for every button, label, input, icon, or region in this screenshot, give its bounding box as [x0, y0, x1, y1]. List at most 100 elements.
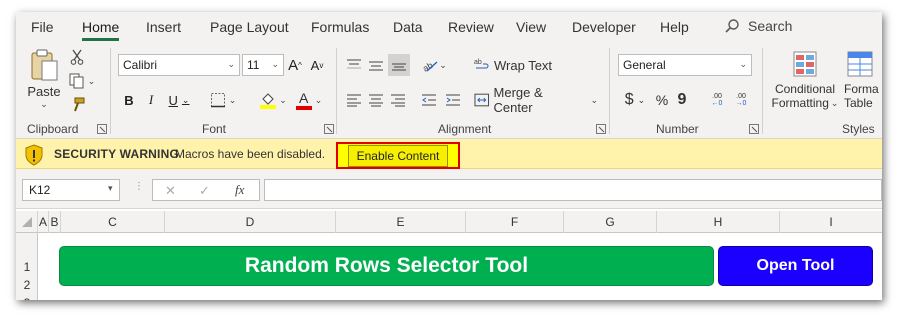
- align-center-button[interactable]: [366, 89, 386, 111]
- column-header-f[interactable]: F: [466, 211, 564, 233]
- svg-text:ab: ab: [474, 59, 482, 66]
- row-header-3[interactable]: 3: [16, 294, 38, 301]
- paste-icon: [31, 49, 58, 81]
- increase-indent-button[interactable]: [442, 89, 464, 111]
- name-box[interactable]: K12: [22, 179, 120, 201]
- formula-input[interactable]: [264, 179, 882, 201]
- orientation-icon: ab: [421, 60, 438, 73]
- column-header-b[interactable]: B: [49, 211, 61, 233]
- chevron-down-icon: ⌄: [87, 75, 96, 86]
- tab-page-layout[interactable]: Page Layout: [210, 19, 289, 35]
- select-all-corner[interactable]: [16, 211, 38, 233]
- row-header-1[interactable]: 1: [16, 258, 38, 275]
- clipboard-group-label: Clipboard: [27, 122, 79, 136]
- increase-decimal-button[interactable]: .00 ←0: [706, 87, 728, 113]
- borders-button[interactable]: ⌄: [206, 89, 240, 111]
- number-group-label: Number: [656, 122, 699, 136]
- dialog-launcher-icon[interactable]: [324, 124, 334, 134]
- paste-button[interactable]: Paste ⌄: [24, 48, 64, 110]
- align-left-icon: [347, 94, 361, 107]
- chevron-down-icon: ⌄: [40, 99, 48, 109]
- font-size-select[interactable]: 11 ⌄: [242, 54, 284, 76]
- ribbon-separator: [336, 48, 337, 134]
- underline-button[interactable]: U ⌄: [164, 89, 194, 111]
- security-warning-message: Macros have been disabled.: [175, 147, 326, 161]
- alignment-group-label: Alignment: [438, 122, 492, 136]
- italic-button[interactable]: I: [142, 89, 160, 111]
- conditional-formatting-button[interactable]: Conditional Formatting ⌄: [770, 50, 840, 118]
- ribbon: Paste ⌄ ⌄ Clipboard Calibri ⌄ 11 ⌄ A ^ A…: [16, 42, 882, 139]
- open-tool-button[interactable]: Open Tool: [718, 246, 873, 286]
- column-header-a[interactable]: A: [38, 211, 49, 233]
- font-name-select[interactable]: Calibri ⌄: [118, 54, 240, 76]
- decrease-indent-button[interactable]: [418, 89, 440, 111]
- decrease-decimal-button[interactable]: .00 →0: [730, 87, 752, 113]
- decrease-indent-icon: [422, 94, 436, 106]
- tool-title-banner: Random Rows Selector Tool: [59, 246, 714, 286]
- tab-help[interactable]: Help: [660, 19, 689, 35]
- column-headers: A B C D E F G H I: [16, 211, 882, 233]
- dialog-launcher-icon[interactable]: [97, 124, 107, 134]
- security-warning-bar: SECURITY WARNING Macros have been disabl…: [16, 139, 882, 169]
- chevron-down-icon: ⌄: [439, 59, 447, 70]
- merge-center-button[interactable]: Merge & Center ⌄: [474, 85, 598, 115]
- dialog-launcher-icon[interactable]: [596, 124, 606, 134]
- align-bottom-button[interactable]: [388, 54, 410, 76]
- tab-data[interactable]: Data: [393, 19, 423, 35]
- cut-button[interactable]: [68, 48, 86, 66]
- ribbon-separator: [110, 48, 111, 134]
- tab-view[interactable]: View: [516, 19, 546, 35]
- paste-label: Paste: [27, 84, 61, 99]
- fill-color-button[interactable]: ⌄: [256, 89, 290, 111]
- align-left-button[interactable]: [344, 89, 364, 111]
- font-name-value: Calibri: [123, 58, 158, 72]
- enable-content-button[interactable]: Enable Content: [336, 142, 460, 169]
- tab-developer[interactable]: Developer: [572, 19, 636, 35]
- column-header-c[interactable]: C: [61, 211, 165, 233]
- styles-group-label: Styles: [842, 122, 875, 136]
- chevron-down-icon[interactable]: ▾: [108, 183, 113, 194]
- orientation-button[interactable]: ab ⌄: [418, 54, 450, 76]
- format-painter-button[interactable]: [68, 96, 86, 114]
- chevron-down-icon: ⌄: [637, 94, 646, 105]
- align-middle-button[interactable]: [366, 54, 386, 76]
- format-as-table-button[interactable]: Forma Table: [844, 50, 882, 118]
- grow-font-button[interactable]: A ^: [286, 54, 304, 76]
- tab-file[interactable]: File: [31, 19, 54, 35]
- tab-review[interactable]: Review: [448, 19, 494, 35]
- shrink-font-button[interactable]: Av: [308, 54, 326, 76]
- comma-style-button[interactable]: 9: [674, 89, 690, 111]
- tab-insert[interactable]: Insert: [146, 19, 181, 35]
- format-as-table-line2: Table: [844, 96, 873, 110]
- increase-decimal-label: .00: [712, 93, 722, 100]
- tab-home[interactable]: Home: [82, 19, 120, 41]
- enter-icon[interactable]: ✓: [199, 183, 210, 199]
- currency-button[interactable]: $ ⌄: [620, 89, 650, 111]
- number-format-select[interactable]: General ⌄: [618, 54, 752, 76]
- tab-formulas[interactable]: Formulas: [311, 19, 369, 35]
- column-header-i[interactable]: I: [780, 211, 882, 233]
- percent-button[interactable]: %: [654, 89, 670, 111]
- dialog-launcher-icon[interactable]: [749, 124, 759, 134]
- borders-icon: [210, 93, 225, 108]
- insert-function-icon[interactable]: fx: [235, 182, 244, 198]
- wrap-text-button[interactable]: ab Wrap Text: [474, 54, 554, 76]
- align-top-button[interactable]: [344, 54, 364, 76]
- copy-icon: [69, 73, 84, 89]
- column-header-g[interactable]: G: [564, 211, 657, 233]
- column-header-h[interactable]: H: [657, 211, 780, 233]
- chevron-down-icon: ⌄: [739, 59, 747, 69]
- column-header-d[interactable]: D: [165, 211, 336, 233]
- cancel-icon[interactable]: ✕: [165, 183, 176, 199]
- align-right-button[interactable]: [388, 89, 408, 111]
- copy-button[interactable]: ⌄: [66, 72, 98, 90]
- arrow-left-icon: ←0: [711, 100, 723, 107]
- drag-handle-icon[interactable]: ⋮: [134, 181, 144, 192]
- formula-bar: K12 ▾ ⋮ ✕ ✓ fx: [16, 169, 882, 209]
- number-format-value: General: [623, 58, 666, 72]
- column-header-e[interactable]: E: [336, 211, 466, 233]
- font-color-button[interactable]: A ⌄: [292, 89, 326, 111]
- bold-button[interactable]: B: [120, 89, 138, 111]
- search-box[interactable]: Search: [724, 18, 792, 34]
- row-header-2[interactable]: 2: [16, 276, 38, 293]
